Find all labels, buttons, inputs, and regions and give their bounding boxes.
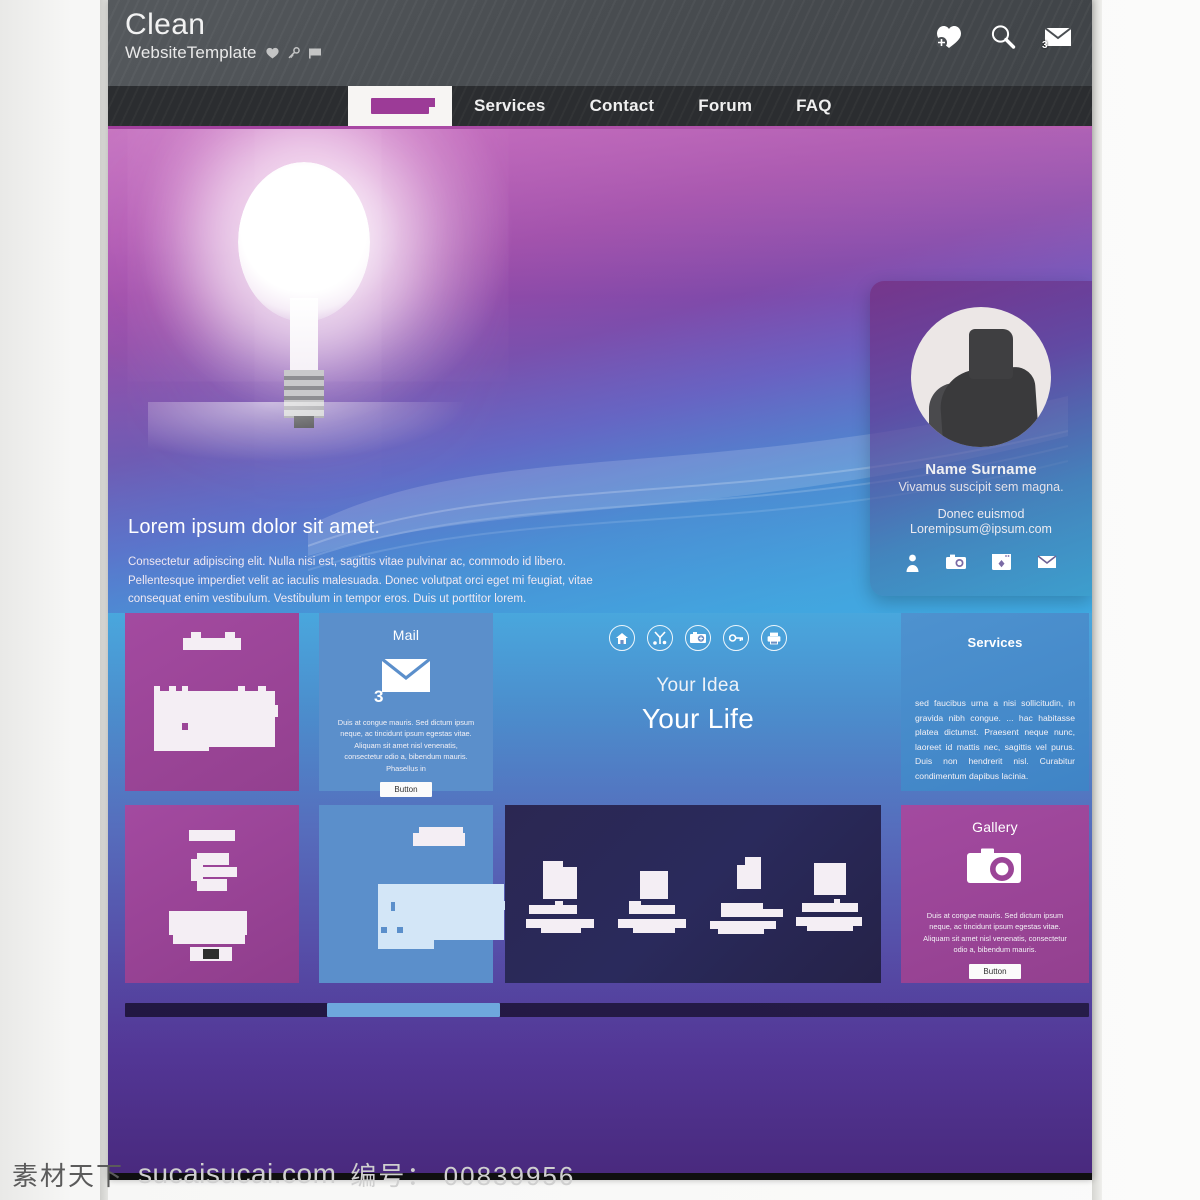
tiles-section: Mail 3 Duis at congue mauris. Sed dictum… xyxy=(108,613,1092,1173)
pixel-clipboard-icon xyxy=(125,613,299,791)
brand-subtitle: WebsiteTemplate xyxy=(125,42,257,62)
idea-line-2: Your Life xyxy=(641,703,755,734)
tile-gallery-text: Duis at congue mauris. Sed dictum ipsum … xyxy=(923,911,1067,955)
nav-item-forum[interactable]: Forum xyxy=(676,86,774,126)
pixel-devices-icon xyxy=(505,805,881,983)
site-footer: Ut tempus nisl non Lorem ipsum dolor sit… xyxy=(108,1173,1092,1180)
envelope-icon: 3 xyxy=(374,657,434,706)
profile-name: Name Surname xyxy=(925,461,1037,478)
tile-gallery-title: Gallery xyxy=(972,819,1018,835)
person-icon[interactable] xyxy=(905,554,920,572)
heart-plus-icon[interactable] xyxy=(936,25,962,49)
hero-paragraph: Consectetur adipiscing elit. Nulla nisi … xyxy=(128,556,593,606)
progress-bar-thumb[interactable] xyxy=(327,1003,500,1017)
tile-services-title: Services xyxy=(967,635,1023,650)
heart-icon[interactable] xyxy=(265,47,279,59)
idea-icon-row xyxy=(508,625,888,651)
profile-email: Loremipsum@ipsum.com xyxy=(910,522,1052,536)
tools-icon[interactable] xyxy=(647,625,673,651)
home-icon[interactable] xyxy=(609,625,635,651)
profile-icon-row xyxy=(870,554,1092,572)
camera-plus-icon[interactable] xyxy=(685,625,711,651)
tile-mail-text: Duis at congue mauris. Sed dictum ipsum … xyxy=(337,718,475,773)
page-right-edge xyxy=(1092,0,1102,1200)
hero-heading: Lorem ipsum dolor sit amet. xyxy=(128,516,381,538)
screenshot-stage: Clean WebsiteTemplate 3 Services Contact… xyxy=(0,0,1200,1200)
tile-card[interactable] xyxy=(319,805,511,983)
home-active-marker xyxy=(371,98,435,114)
tile-clipboard[interactable] xyxy=(125,613,299,791)
brand-mini-icons xyxy=(265,46,322,59)
hero-section: Name Surname Vivamus suscipit sem magna.… xyxy=(108,126,1092,613)
tile-services-text: sed faucibus urna a nisi sollicitudin, i… xyxy=(915,698,1075,782)
flag-icon[interactable] xyxy=(308,47,322,59)
pixel-printer-icon xyxy=(125,805,299,983)
nav-item-services[interactable]: Services xyxy=(452,86,568,126)
mail-tile-badge: 3 xyxy=(374,687,384,706)
page-left-edge xyxy=(100,0,108,1200)
tile-mail-title: Mail xyxy=(392,627,420,643)
tile-printer[interactable] xyxy=(125,805,299,983)
nav-item-faq[interactable]: FAQ xyxy=(774,86,854,126)
hero-copy: Lorem ipsum dolor sit amet. Consectetur … xyxy=(128,516,628,609)
main-nav: Services Contact Forum FAQ xyxy=(108,86,1092,129)
tile-devices[interactable] xyxy=(505,805,881,983)
profile-tagline: Vivamus suscipit sem magna. xyxy=(898,480,1064,494)
search-icon[interactable] xyxy=(990,24,1016,50)
camera-icon xyxy=(967,847,1023,892)
mail-icon[interactable]: 3 xyxy=(1042,26,1072,51)
nav-item-home[interactable] xyxy=(348,86,452,126)
nav-underline xyxy=(108,126,1092,129)
header-icon-group: 3 xyxy=(936,24,1072,51)
mail-badge: 3 xyxy=(1042,40,1048,51)
tile-services[interactable]: Services sed faucibus urna a nisi sollic… xyxy=(901,613,1089,791)
mail-icon[interactable] xyxy=(1037,554,1057,572)
window-icon[interactable] xyxy=(992,554,1011,572)
website-page: Clean WebsiteTemplate 3 Services Contact… xyxy=(108,0,1092,1180)
brand[interactable]: Clean WebsiteTemplate xyxy=(125,9,322,63)
tile-gallery-button[interactable]: Button xyxy=(969,963,1021,979)
site-header: Clean WebsiteTemplate 3 xyxy=(108,0,1092,86)
printer-icon[interactable] xyxy=(761,625,787,651)
progress-bar-track[interactable] xyxy=(125,1003,1089,1017)
key-icon[interactable] xyxy=(723,625,749,651)
tile-gallery[interactable]: Gallery Duis at congue mauris. Sed dictu… xyxy=(901,805,1089,983)
profile-line1: Donec euismod xyxy=(937,507,1025,521)
tile-mail-button[interactable]: Button xyxy=(380,782,432,798)
camera-icon[interactable] xyxy=(946,554,966,572)
nav-item-contact[interactable]: Contact xyxy=(568,86,677,126)
key-icon[interactable] xyxy=(288,46,300,59)
idea-line-1: Your Idea xyxy=(656,675,740,696)
idea-block: Your Idea Your Life xyxy=(508,625,888,735)
avatar xyxy=(911,307,1051,447)
tile-mail[interactable]: Mail 3 Duis at congue mauris. Sed dictum… xyxy=(319,613,493,798)
pixel-card-icon xyxy=(319,805,511,983)
brand-title: Clean xyxy=(125,8,206,41)
profile-card[interactable]: Name Surname Vivamus suscipit sem magna.… xyxy=(870,281,1092,596)
